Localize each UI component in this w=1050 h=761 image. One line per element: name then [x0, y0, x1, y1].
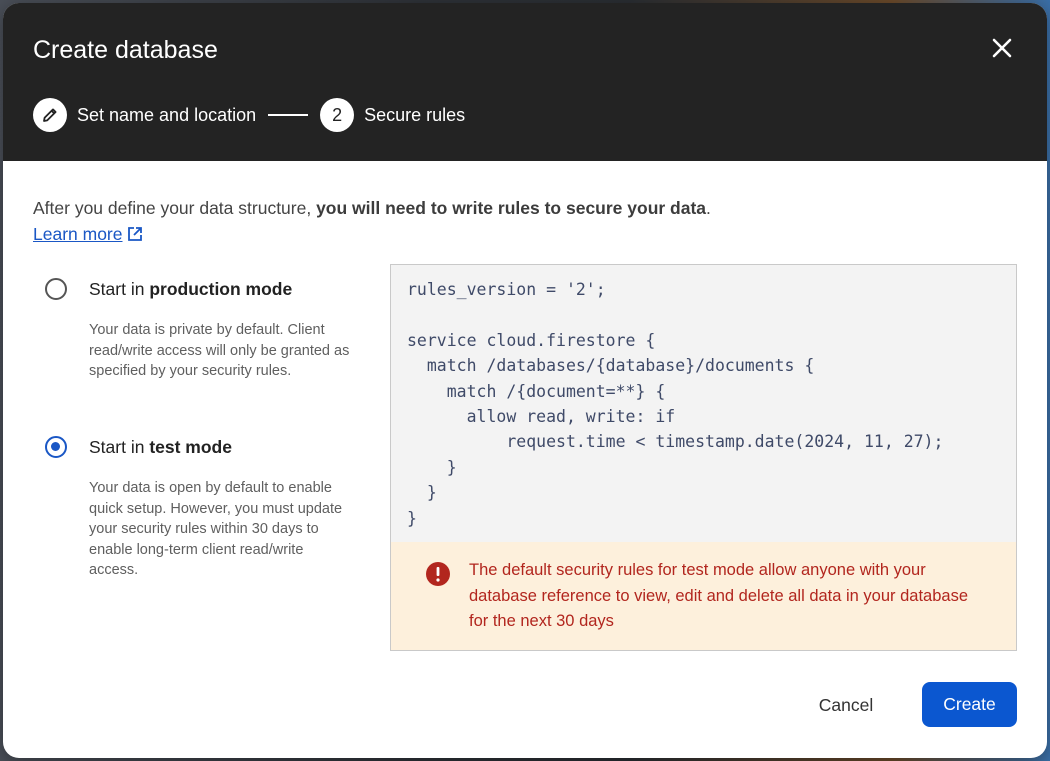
- test-mode-label-prefix: Start in: [89, 437, 150, 457]
- error-icon: [426, 562, 450, 586]
- production-mode-label-prefix: Start in: [89, 279, 150, 299]
- production-mode-radio[interactable]: [45, 278, 67, 300]
- production-mode-label-bold: production mode: [149, 279, 293, 299]
- warning-text: The default security rules for test mode…: [469, 561, 969, 630]
- intro-plain: After you define your data structure,: [33, 198, 317, 218]
- learn-more-link[interactable]: Learn more: [33, 221, 144, 247]
- test-mode-radio[interactable]: [45, 436, 67, 458]
- pencil-icon: [43, 108, 57, 122]
- production-mode-description: Your data is private by default. Client …: [89, 322, 350, 379]
- rules-code: rules_version = '2'; service cloud.fires…: [407, 280, 944, 528]
- dialog-title: Create database: [33, 36, 218, 64]
- step-2-label: Secure rules: [364, 104, 466, 125]
- rules-code-panel: rules_version = '2'; service cloud.fires…: [390, 264, 1017, 651]
- step-1-marker: [33, 98, 67, 132]
- test-mode-label: Start in test mode: [89, 436, 232, 458]
- production-mode-label: Start in production mode: [89, 278, 292, 300]
- step-2-marker: 2: [320, 98, 355, 132]
- step-1-label: Set name and location: [77, 104, 257, 125]
- learn-more-label: Learn more: [33, 224, 123, 244]
- test-mode-label-bold: test mode: [149, 437, 232, 457]
- create-button[interactable]: Create: [922, 682, 1017, 727]
- create-database-dialog: Create database Set name and location 2 …: [3, 3, 1047, 758]
- intro-end: .: [706, 198, 711, 218]
- intro-bold: you will need to write rules to secure y…: [316, 198, 707, 218]
- step-connector: [268, 114, 309, 116]
- warning-banner: The default security rules for test mode…: [391, 542, 1016, 650]
- close-icon: [992, 38, 1012, 58]
- test-mode-description: Your data is open by default to enable q…: [89, 480, 343, 578]
- stepper: Set name and location 2 Secure rules: [33, 98, 465, 132]
- external-link-icon: [127, 227, 142, 241]
- close-button[interactable]: [987, 33, 1017, 63]
- cancel-button[interactable]: Cancel: [795, 683, 897, 727]
- dialog-header: Create database Set name and location 2 …: [3, 3, 1047, 161]
- intro-text: After you define your data structure, yo…: [33, 195, 711, 247]
